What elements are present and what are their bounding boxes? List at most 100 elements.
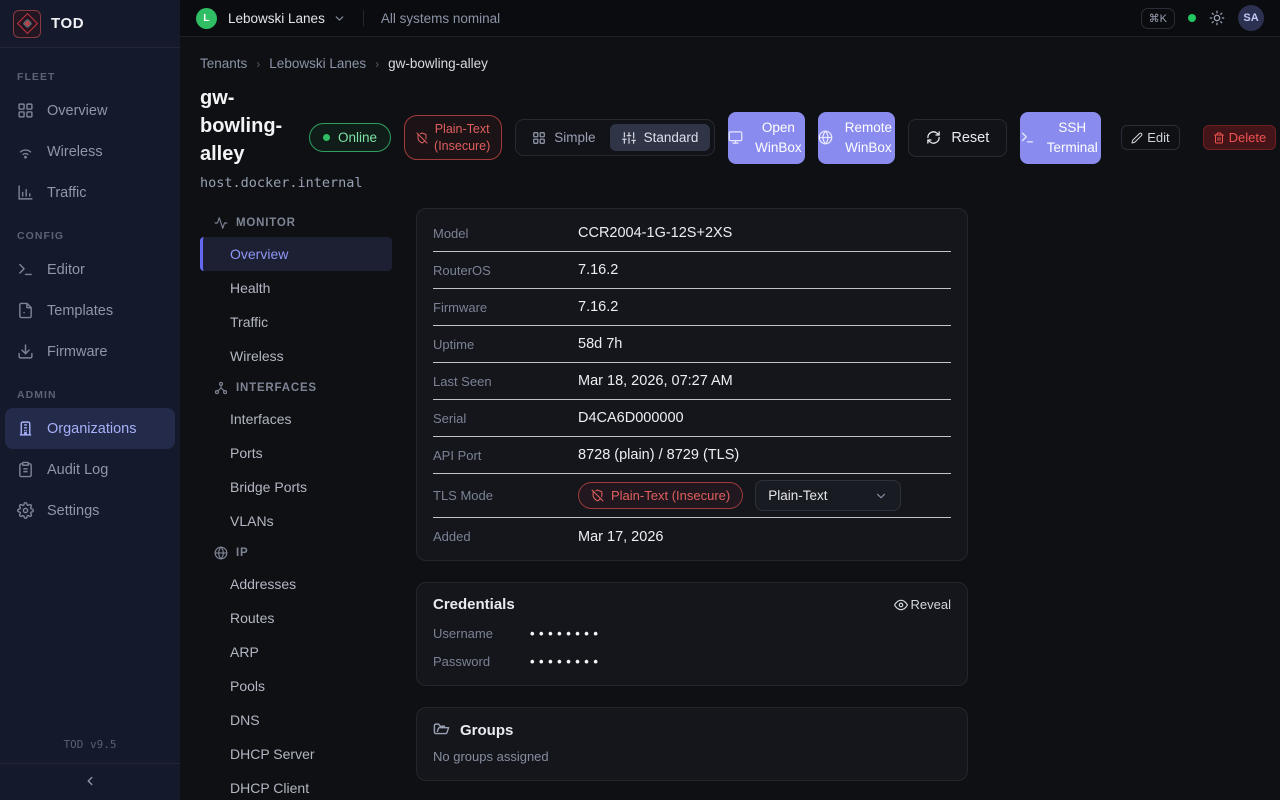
monitor-icon: [728, 130, 743, 145]
sidebar-item-label: Settings: [47, 503, 99, 519]
view-simple-button[interactable]: Simple: [520, 124, 607, 151]
view-standard-button[interactable]: Standard: [610, 124, 711, 151]
sidebar: TOD FLEET Overview Wireless Traffic: [0, 0, 180, 800]
tls-mode-select[interactable]: Plain-Text: [755, 480, 901, 511]
remote-winbox-button[interactable]: Remote WinBox: [818, 112, 895, 164]
user-avatar[interactable]: SA: [1238, 5, 1264, 31]
page-content: Tenants › Lebowski Lanes › gw-bowling-al…: [180, 37, 1280, 800]
detail-row-api-port: API Port 8728 (plain) / 8729 (TLS): [433, 437, 951, 474]
activity-icon: [214, 216, 228, 230]
reset-button[interactable]: Reset: [908, 119, 1007, 157]
connection-status-dot: [1188, 14, 1196, 22]
device-header: gw-bowling-alley host.docker.internal On…: [200, 84, 1260, 191]
delete-button[interactable]: Delete: [1203, 125, 1277, 150]
sidebar-item-templates[interactable]: Templates: [0, 290, 180, 331]
subnav-item-ports[interactable]: Ports: [200, 436, 392, 470]
sidebar-item-label: Traffic: [47, 185, 86, 201]
sidebar-item-firmware[interactable]: Firmware: [0, 331, 180, 372]
chevron-left-icon: [83, 774, 97, 788]
groups-card: Groups No groups assigned: [416, 707, 968, 781]
page-title: gw-bowling-alley: [200, 84, 296, 168]
topbar: L Lebowski Lanes All systems nominal ⌘K …: [180, 0, 1280, 37]
subnav-item-bridge-ports[interactable]: Bridge Ports: [200, 470, 392, 504]
sidebar-item-overview[interactable]: Overview: [0, 90, 180, 131]
subnav-item-dhcp-client[interactable]: DHCP Client: [200, 771, 392, 800]
sidebar-footer: TOD v9.5: [0, 728, 180, 800]
gear-icon: [17, 502, 34, 519]
credential-row-password: Password ••••••••: [433, 654, 951, 669]
subnav-item-traffic[interactable]: Traffic: [200, 305, 392, 339]
tenant-switcher[interactable]: Lebowski Lanes: [228, 11, 325, 26]
logo-row: TOD: [0, 0, 180, 48]
sidebar-item-wireless[interactable]: Wireless: [0, 131, 180, 172]
security-warning-badge: Plain-Text (Insecure): [404, 115, 502, 160]
command-palette-button[interactable]: ⌘K: [1141, 8, 1175, 29]
online-dot-icon: [323, 134, 330, 141]
breadcrumb-current: gw-bowling-alley: [388, 56, 488, 71]
system-status-text: All systems nominal: [381, 11, 500, 26]
subnav-item-interfaces[interactable]: Interfaces: [200, 402, 392, 436]
device-panels: Model CCR2004-1G-12S+2XS RouterOS 7.16.2…: [416, 208, 968, 800]
detail-row-firmware: Firmware 7.16.2: [433, 289, 951, 326]
breadcrumb-tenants[interactable]: Tenants: [200, 56, 247, 71]
subnav-item-overview[interactable]: Overview: [200, 237, 392, 271]
view-mode-toggle: Simple Standard: [515, 119, 715, 156]
wifi-icon: [17, 143, 34, 160]
sidebar-item-settings[interactable]: Settings: [0, 490, 180, 531]
username-masked-value: ••••••••: [530, 626, 602, 641]
groups-title: Groups: [460, 722, 513, 739]
network-icon: [214, 381, 228, 395]
detail-row-routeros: RouterOS 7.16.2: [433, 252, 951, 289]
breadcrumb-tenant[interactable]: Lebowski Lanes: [269, 56, 366, 71]
theme-toggle-button[interactable]: [1209, 10, 1225, 26]
subnav-item-health[interactable]: Health: [200, 271, 392, 305]
reveal-credentials-button[interactable]: Reveal: [894, 597, 951, 612]
credentials-title: Credentials: [433, 596, 515, 613]
breadcrumb: Tenants › Lebowski Lanes › gw-bowling-al…: [200, 56, 1260, 71]
open-winbox-button[interactable]: Open WinBox: [728, 112, 805, 164]
app-logo-icon: [13, 10, 41, 38]
password-masked-value: ••••••••: [530, 654, 602, 669]
trash-icon: [1213, 132, 1225, 144]
sidebar-collapse-button[interactable]: [83, 774, 97, 788]
subnav-section-monitor: MONITOR: [200, 208, 392, 237]
sidebar-item-organizations[interactable]: Organizations: [5, 408, 175, 449]
shield-off-icon: [416, 132, 428, 144]
sun-icon: [1209, 10, 1225, 26]
chevron-down-icon: [874, 489, 888, 503]
section-label-fleet: FLEET: [0, 62, 180, 90]
subnav-item-wireless[interactable]: Wireless: [200, 339, 392, 373]
device-subnav: MONITOR Overview Health Traffic Wireless…: [200, 208, 392, 800]
detail-row-model: Model CCR2004-1G-12S+2XS: [433, 215, 951, 252]
subnav-item-vlans[interactable]: VLANs: [200, 504, 392, 538]
subnav-item-arp[interactable]: ARP: [200, 635, 392, 669]
terminal-prompt-icon: [1020, 130, 1035, 145]
shield-off-icon: [591, 489, 604, 502]
main-area: L Lebowski Lanes All systems nominal ⌘K …: [180, 0, 1280, 800]
credentials-card: Credentials Reveal Username ••••••••: [416, 582, 968, 686]
sidebar-item-label: Audit Log: [47, 462, 108, 478]
sidebar-item-traffic[interactable]: Traffic: [0, 172, 180, 213]
subnav-item-dns[interactable]: DNS: [200, 703, 392, 737]
eye-icon: [894, 598, 908, 612]
bar-chart-icon: [17, 184, 34, 201]
subnav-item-routes[interactable]: Routes: [200, 601, 392, 635]
globe-icon: [818, 130, 833, 145]
tenant-avatar: L: [196, 8, 217, 29]
subnav-item-addresses[interactable]: Addresses: [200, 567, 392, 601]
chevron-down-icon[interactable]: [333, 12, 346, 25]
edit-button[interactable]: Edit: [1121, 125, 1179, 150]
ssh-terminal-button[interactable]: SSH Terminal: [1020, 112, 1101, 164]
detail-row-tls-mode: TLS Mode Plain-Text (Insecure) Plain-Tex…: [433, 474, 951, 518]
pencil-icon: [1131, 132, 1143, 144]
sidebar-item-audit-log[interactable]: Audit Log: [0, 449, 180, 490]
sidebar-item-label: Organizations: [47, 421, 136, 437]
section-label-config: CONFIG: [0, 221, 180, 249]
subnav-item-pools[interactable]: Pools: [200, 669, 392, 703]
file-icon: [17, 302, 34, 319]
credential-row-username: Username ••••••••: [433, 626, 951, 641]
sidebar-item-editor[interactable]: Editor: [0, 249, 180, 290]
terminal-icon: [17, 261, 34, 278]
subnav-item-dhcp-server[interactable]: DHCP Server: [200, 737, 392, 771]
groups-empty-text: No groups assigned: [433, 749, 951, 764]
